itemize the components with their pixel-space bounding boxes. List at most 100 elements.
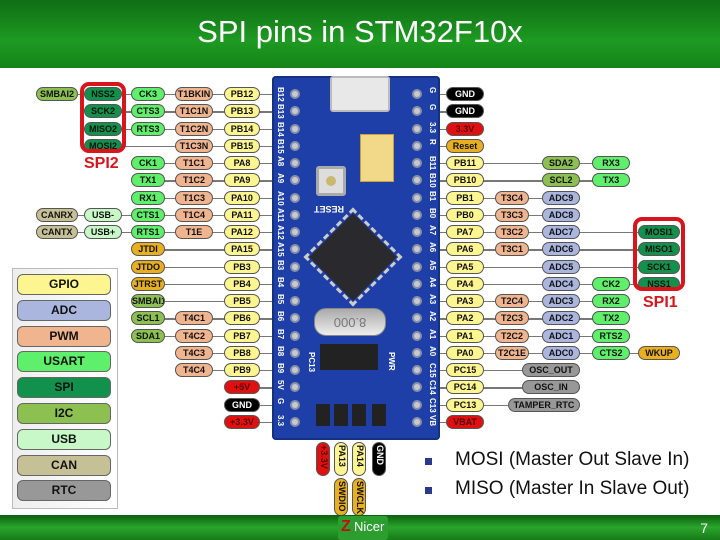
pin-hole: [290, 313, 300, 324]
pin-label-adc8: ADC8: [542, 207, 580, 222]
pin-hole: [412, 347, 422, 358]
board-pin-label: VB: [428, 414, 437, 427]
pin-label-adc6: ADC6: [542, 242, 580, 257]
pin-label-tx1: TX1: [131, 173, 165, 188]
pin-hole: [290, 347, 300, 358]
pin-hole: [290, 209, 300, 220]
pin-hole: [412, 140, 422, 151]
pin-hole: [290, 192, 300, 203]
pin-label-t4c2: T4C2: [175, 328, 213, 343]
stm32-board: B12 B13 B14 B15 A8 A9 A10 A11 A12 A15 B3 B4 B5 B6 B7 B8…: [272, 76, 440, 440]
pin-label-cts1: CTS1: [131, 207, 165, 222]
pin-label-pa15: PA15: [224, 242, 260, 257]
pin-label-pb7: PB7: [224, 328, 260, 343]
board-pin-label: 3.3: [276, 414, 285, 427]
reset-button-cap: [326, 176, 336, 186]
board-pin-label: 5V: [276, 380, 285, 391]
pin-label-pc15: PC15: [446, 363, 484, 378]
pin-label-adc9: ADC9: [542, 190, 580, 205]
pin-label-pb13: PB13: [224, 104, 260, 119]
swd-pin-text: +3.3V: [319, 445, 329, 469]
legend-item-i2c: I2C: [17, 403, 111, 424]
pin-label-adc3: ADC3: [542, 294, 580, 309]
pin-hole: [412, 192, 422, 203]
pin-label-pa3: PA3: [446, 294, 484, 309]
pin-label-pb12: PB12: [224, 87, 260, 101]
logo: Z Nicer: [338, 516, 388, 540]
pin-label-pb15: PB15: [224, 138, 260, 153]
mcu-chip: [303, 207, 403, 307]
header-pin: [316, 404, 330, 426]
pin-label-usb: USB-: [84, 207, 122, 222]
pin-label-pa9: PA9: [224, 173, 260, 188]
pin-label-pa2: PA2: [446, 311, 484, 326]
legend-item-can: CAN: [17, 454, 111, 476]
swd-pin-text: PA13: [337, 445, 347, 467]
pin-label-t1bkin: T1BKIN: [175, 87, 213, 101]
board-pin-label: C13: [428, 397, 437, 413]
pin-label-rts3: RTS3: [131, 121, 165, 136]
pin-label-gnd: GND: [224, 397, 260, 412]
pin-hole: [290, 278, 300, 289]
board-pin-label: A5: [428, 259, 437, 270]
pin-hole: [412, 313, 422, 324]
pin-hole: [290, 140, 300, 151]
board-pin-label: A12: [276, 225, 285, 240]
spi2-label: SPI2: [84, 155, 119, 172]
header-pin: [334, 404, 348, 426]
board-pin-label: A1: [428, 328, 437, 339]
pin-label-pb8: PB8: [224, 345, 260, 360]
logo-mark-icon: Z: [341, 518, 351, 535]
board-pin-label: A0: [428, 345, 437, 357]
pin-label-adc2: ADC2: [542, 311, 580, 326]
pin-label-pb4: PB4: [224, 276, 260, 291]
pin-label-scl2: SCL2: [542, 173, 580, 188]
pin-hole: [412, 175, 422, 186]
pin-label-t1c3: T1C3: [175, 190, 213, 205]
logo-text: Nicer: [354, 519, 385, 534]
pin-label-adc4: ADC4: [542, 276, 580, 291]
pin-hole: [412, 382, 422, 393]
swd-pin-label-gnd: GND: [372, 442, 386, 476]
bullet-icon: [425, 458, 432, 465]
swd-function-label-swdio: SWDIO: [334, 478, 348, 516]
pin-label-gnd: GND: [446, 104, 484, 119]
board-pin-label: G: [428, 87, 437, 94]
board-pin-label: B15: [276, 138, 285, 154]
crystal: 8.000: [314, 308, 386, 336]
bullet-icon: [425, 487, 432, 494]
title-bar: SPI pins in STM32F10x: [0, 0, 720, 68]
board-pin-label: 3.3: [428, 121, 437, 133]
swd-pin-label-33v: +3.3V: [316, 442, 330, 476]
pin-hole: [412, 278, 422, 289]
spi1-highlight-box: [633, 217, 685, 291]
pin-label-t1c4: T1C4: [175, 207, 213, 222]
board-pin-label: A6: [428, 242, 437, 253]
swd-function-label-swclk: SWCLK: [352, 478, 366, 516]
board-pin-label: A2: [428, 311, 437, 322]
pwr-silkscreen-label: PWR: [387, 352, 396, 371]
bullet-text-miso: MISO (Master In Slave Out): [455, 478, 690, 499]
pin-hole: [290, 382, 300, 393]
board-pin-label: C14: [428, 380, 437, 396]
pin-label-t4c1: T4C1: [175, 311, 213, 326]
pin-label-smbai2: SMBAI2: [36, 87, 78, 101]
pin-label-gnd: GND: [446, 87, 484, 101]
board-pin-label: B12: [276, 87, 285, 102]
pin-label-sda1: SDA1: [131, 328, 165, 343]
pin-hole: [290, 106, 300, 117]
pin-label-pa6: PA6: [446, 242, 484, 257]
pin-label-tamperrtc: TAMPER_RTC: [508, 397, 580, 412]
board-pin-label: B10: [428, 173, 437, 188]
pin-label-t2c3: T2C3: [495, 311, 529, 326]
pin-label-pb6: PB6: [224, 311, 260, 326]
pin-label-ck3: CK3: [131, 87, 165, 101]
usb-connector: [330, 76, 390, 112]
pin-label-pa8: PA8: [224, 156, 260, 171]
board-pin-label: B9: [276, 363, 285, 374]
pin-label-t3c2: T3C2: [495, 225, 529, 240]
pin-label-jtdo: JTDO: [131, 259, 165, 274]
pin-label-cantx: CANTX: [36, 225, 78, 240]
pin-hole: [290, 158, 300, 169]
swd-function-text: SWDIO: [337, 481, 347, 512]
